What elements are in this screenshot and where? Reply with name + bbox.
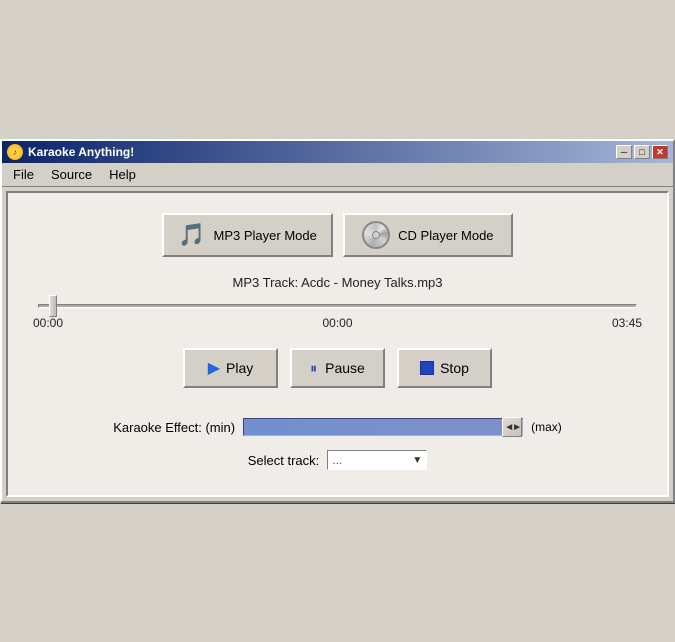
stop-button[interactable]: Stop [397,348,492,388]
pause-label: Pause [325,360,365,376]
menu-bar: File Source Help [2,163,673,187]
select-track-dropdown[interactable]: ... ▼ [327,450,427,470]
select-track-label: Select track: [248,453,320,468]
menu-file[interactable]: File [7,165,40,184]
track-info: MP3 Track: Acdc - Money Talks.mp3 [28,275,647,290]
mp3-mode-button[interactable]: 🎵 MP3 Player Mode [162,213,333,257]
cd-center [372,231,380,239]
content-area: 🎵 MP3 Player Mode CD Player Mode MP3 Tra… [6,191,669,497]
window-title: Karaoke Anything! [28,145,134,159]
karaoke-slider[interactable]: ◄► [243,418,523,436]
main-window: ♪ Karaoke Anything! ─ □ ✕ File Source He… [0,139,675,503]
time-start: 00:00 [33,316,63,330]
cd-icon [362,221,390,249]
close-button[interactable]: ✕ [652,145,668,159]
title-buttons: ─ □ ✕ [616,145,668,159]
play-icon: ▶ [208,358,220,378]
pause-icon: ⏸ [310,360,319,377]
title-bar: ♪ Karaoke Anything! ─ □ ✕ [2,141,673,163]
mode-buttons-row: 🎵 MP3 Player Mode CD Player Mode [28,213,647,257]
stop-label: Stop [440,360,469,376]
karaoke-effect-row: Karaoke Effect: (min) ◄► (max) [28,418,647,436]
time-labels: 00:00 00:00 03:45 [33,316,642,330]
menu-help[interactable]: Help [103,165,142,184]
karaoke-thumb[interactable]: ◄► [502,417,522,437]
karaoke-thumb-arrows: ◄► [504,422,520,433]
cd-mode-button[interactable]: CD Player Mode [343,213,513,257]
time-middle: 00:00 [322,316,352,330]
karaoke-max-label: (max) [531,420,562,434]
title-bar-left: ♪ Karaoke Anything! [7,144,134,160]
seek-bar-container [38,304,637,308]
seek-bar-track[interactable] [38,304,637,308]
karaoke-fill [244,419,522,435]
stop-icon [420,361,434,375]
cd-mode-label: CD Player Mode [398,228,493,243]
mp3-mode-label: MP3 Player Mode [214,228,317,243]
time-end: 03:45 [612,316,642,330]
maximize-button[interactable]: □ [634,145,650,159]
play-label: Play [226,360,253,376]
playback-controls: ▶ Play ⏸ Pause Stop [28,348,647,388]
play-button[interactable]: ▶ Play [183,348,278,388]
karaoke-label: Karaoke Effect: (min) [113,420,235,435]
minimize-button[interactable]: ─ [616,145,632,159]
dropdown-arrow-icon: ▼ [412,455,422,466]
select-track-row: Select track: ... ▼ [28,450,647,470]
select-track-value: ... [332,453,408,467]
app-icon: ♪ [7,144,23,160]
menu-source[interactable]: Source [45,165,98,184]
seek-thumb[interactable] [49,295,57,317]
music-note-icon: 🎵 [178,222,205,248]
pause-button[interactable]: ⏸ Pause [290,348,385,388]
